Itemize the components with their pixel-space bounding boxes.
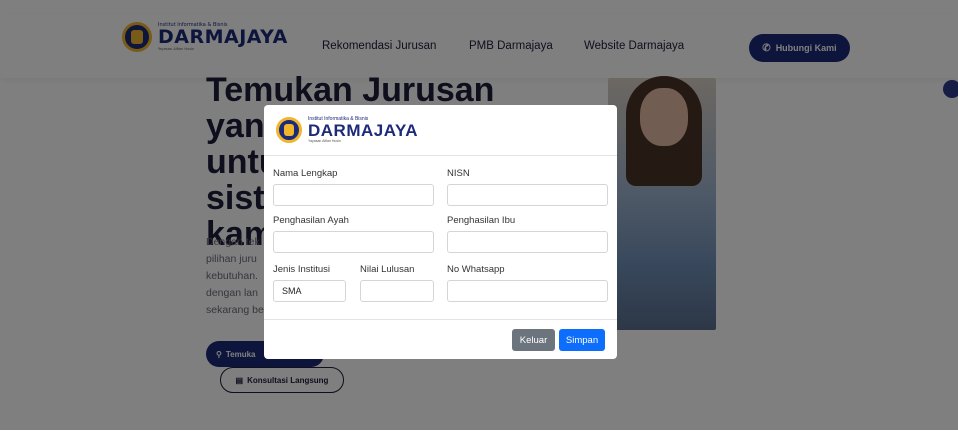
nilai-lulusan-label: Nilai Lulusan: [360, 264, 415, 275]
nama-lengkap-input[interactable]: [273, 184, 434, 206]
nisn-input[interactable]: [447, 184, 608, 206]
penghasilan-ayah-label: Penghasilan Ayah: [273, 215, 349, 226]
modal-brand-logo: Institut Informatika & Bisnis DARMAJAYA …: [276, 117, 418, 144]
penghasilan-ayah-input[interactable]: [273, 231, 434, 253]
penghasilan-ibu-input[interactable]: [447, 231, 608, 253]
keluar-button[interactable]: Keluar: [512, 329, 555, 351]
modal-footer-divider: [264, 319, 617, 320]
modal-brand-tagline: Yayasan Alfian Husin: [308, 139, 341, 143]
jenis-institusi-select[interactable]: SMA: [273, 280, 346, 302]
nilai-lulusan-input[interactable]: [360, 280, 434, 302]
penghasilan-ibu-label: Penghasilan Ibu: [447, 215, 516, 226]
modal-header: Institut Informatika & Bisnis DARMAJAYA …: [264, 105, 617, 156]
page-bottom-edge: [0, 430, 958, 443]
darmajaya-emblem-icon: [276, 117, 302, 144]
no-whatsapp-input[interactable]: [447, 280, 608, 302]
student-data-modal: Institut Informatika & Bisnis DARMAJAYA …: [264, 105, 617, 359]
simpan-button[interactable]: Simpan: [559, 329, 605, 351]
nisn-label: NISN: [447, 168, 470, 179]
no-whatsapp-label: No Whatsapp: [447, 264, 505, 275]
nama-lengkap-label: Nama Lengkap: [273, 168, 338, 179]
jenis-institusi-label: Jenis Institusi: [273, 264, 331, 275]
modal-brand-name: DARMAJAYA: [308, 121, 418, 140]
